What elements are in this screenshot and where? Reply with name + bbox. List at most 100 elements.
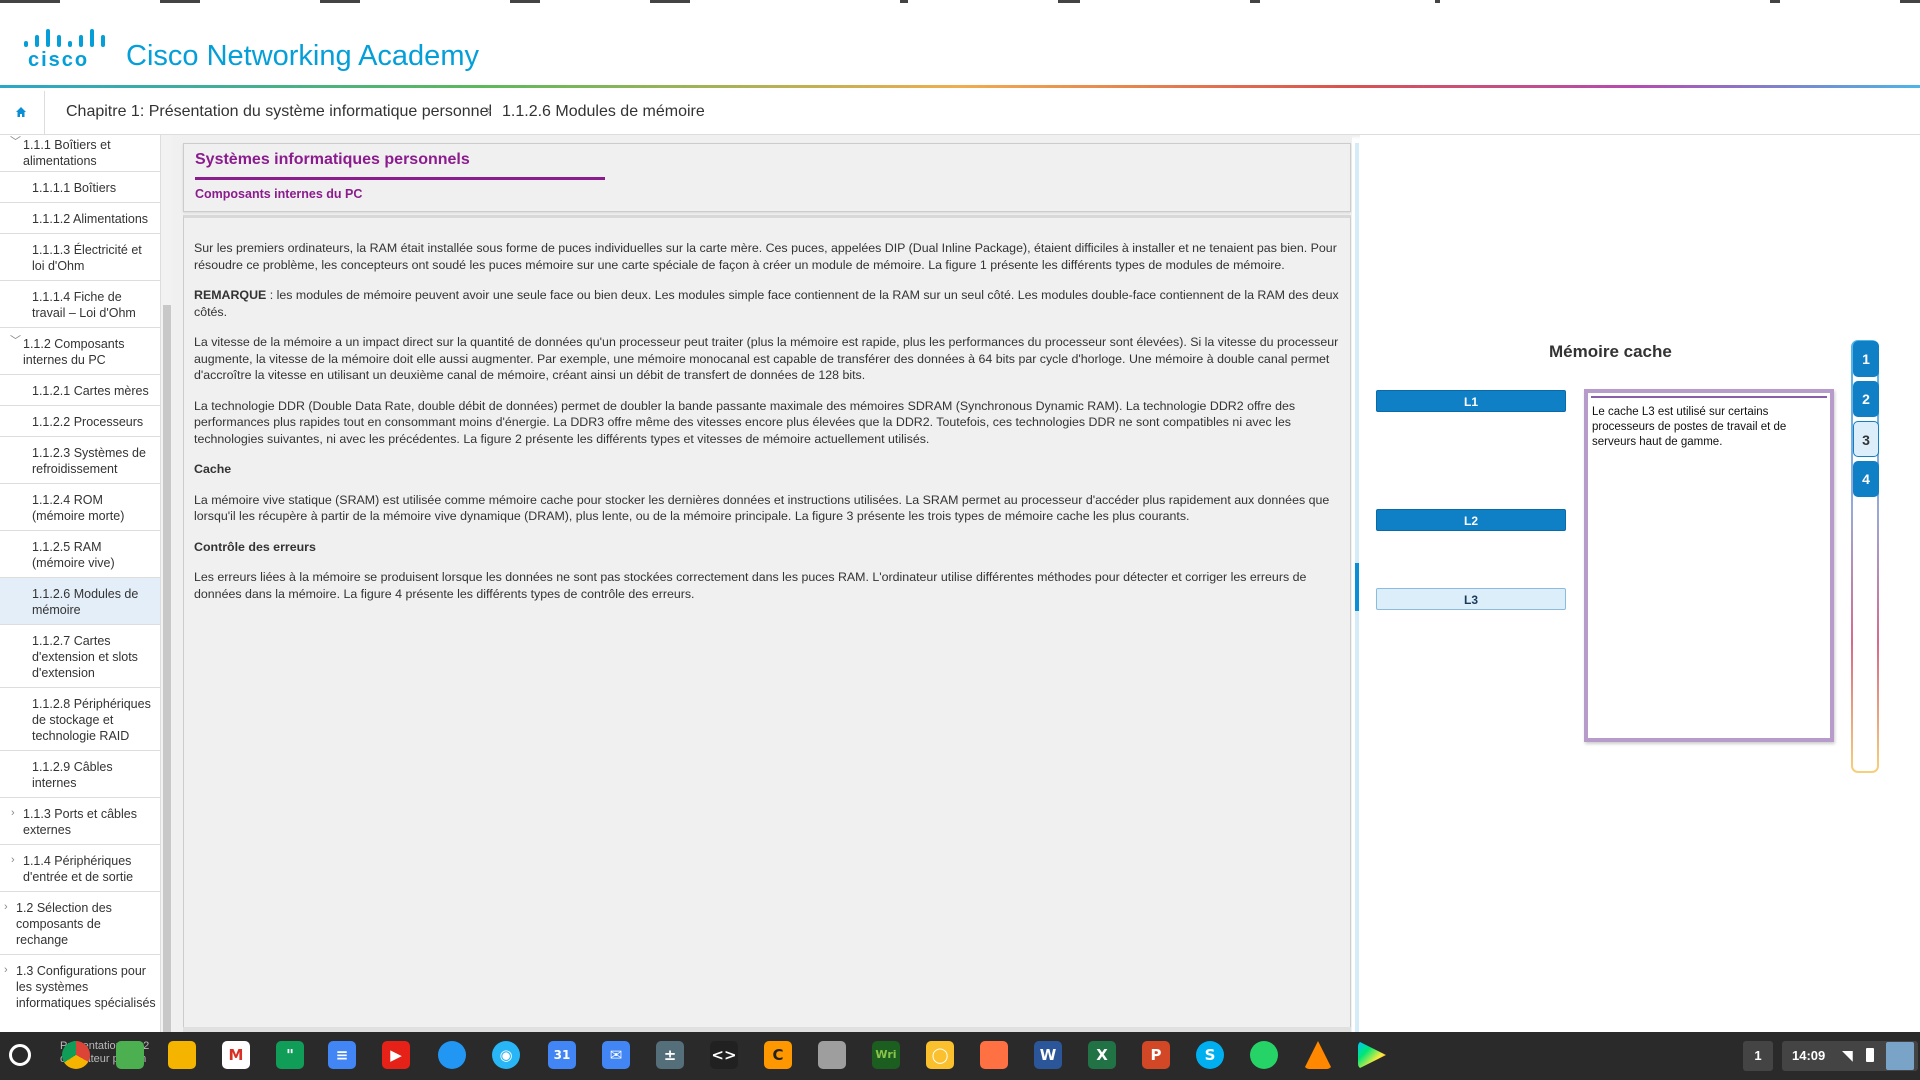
remarque-text: : les modules de mémoire peuvent avoir u…	[194, 288, 1339, 319]
sidebar-item-1-1-1-3[interactable]: 1.1.1.3 Électricité et loi d'Ohm	[0, 234, 160, 281]
app-header: cisco Cisco Networking Academy	[0, 3, 1920, 88]
info-box: Le cache L3 est utilisé sur certains pro…	[1584, 389, 1834, 742]
vlc-icon[interactable]	[1304, 1041, 1332, 1069]
figure-4-button[interactable]: 4	[1853, 461, 1879, 497]
chevron-right-icon: ›	[4, 964, 8, 976]
sidebar-item-label: 1.1.2.3 Systèmes de refroidissement	[32, 446, 146, 476]
sidebar-item-1-1-2-6[interactable]: 1.1.2.6 Modules de mémoire	[0, 578, 160, 625]
sidebar-item-label: 1.1.4 Périphériques d'entrée et de sorti…	[23, 854, 134, 884]
l3-button[interactable]: L3	[1376, 588, 1566, 610]
paragraph: Sur les premiers ordinateurs, la RAM éta…	[194, 241, 1337, 272]
inbox-icon[interactable]: ✉	[602, 1041, 630, 1069]
chevron-right-icon: ›	[11, 854, 15, 866]
sidebar-item-label: 1.1.2.9 Câbles internes	[32, 760, 113, 790]
paragraph: La mémoire vive statique (SRAM) est util…	[194, 492, 1330, 524]
sidebar-item-label: 1.2 Sélection des composants de rechange	[16, 901, 112, 947]
page-title: Systèmes informatiques personnels	[195, 151, 470, 168]
sidebar-item-1-2[interactable]: › 1.2 Sélection des composants de rechan…	[0, 892, 160, 955]
files-icon[interactable]	[438, 1041, 466, 1069]
writer-icon[interactable]: Wri	[872, 1041, 900, 1069]
l2-button[interactable]: L2	[1376, 509, 1566, 531]
divider-handle[interactable]	[1355, 563, 1359, 611]
gmail-icon[interactable]: M	[222, 1041, 250, 1069]
maps-icon[interactable]	[116, 1041, 144, 1069]
sidebar-item-label: 1.1.2.2 Processeurs	[32, 415, 144, 429]
chevron-right-icon: ›	[4, 901, 8, 913]
sidebar-item-label: 1.1.2.5 RAM (mémoire vive)	[32, 540, 115, 570]
figure-1-button[interactable]: 1	[1853, 341, 1879, 377]
paragraph-remarque: REMARQUE : les modules de mémoire peuven…	[194, 287, 1340, 320]
c-app-icon[interactable]: C	[764, 1041, 792, 1069]
chrome-icon[interactable]	[62, 1041, 90, 1069]
sidebar-item-1-1-2-9[interactable]: 1.1.2.9 Câbles internes	[0, 751, 160, 798]
sidebar-item-1-1-1-2[interactable]: 1.1.1.2 Alimentations	[0, 203, 160, 234]
terminal-icon[interactable]: <>	[710, 1041, 738, 1069]
sidebar-scrollbar-thumb[interactable]	[163, 305, 171, 1032]
figure-2-button[interactable]: 2	[1853, 381, 1879, 417]
sidebar-item-1-1-1[interactable]: ﹀ 1.1.1 Boîtiers et alimentations	[0, 135, 160, 172]
panel-divider[interactable]	[1355, 143, 1359, 1032]
brand-title-text: Cisco Networking Academy	[126, 40, 479, 72]
rainbow-divider	[0, 85, 1920, 88]
system-tray[interactable]: 14:09 ◥	[1782, 1041, 1918, 1071]
launcher-icon[interactable]	[9, 1044, 31, 1066]
wifi-icon: ◥	[1842, 1047, 1853, 1063]
sidebar-item-1-1-2-8[interactable]: 1.1.2.8 Périphériques de stockage et tec…	[0, 688, 160, 751]
paragraph: Les erreurs liées à la mémoire se produi…	[194, 570, 1307, 601]
drive-icon[interactable]	[168, 1041, 196, 1069]
calendar-icon[interactable]: 31	[548, 1041, 576, 1069]
figure-3-button[interactable]: 3	[1853, 421, 1879, 457]
sidebar-item-label: 1.1.1.3 Électricité et loi d'Ohm	[32, 243, 142, 273]
sidebar-item-1-1-1-1[interactable]: 1.1.1.1 Boîtiers	[0, 172, 160, 203]
chrome-app-icon[interactable]	[818, 1041, 846, 1069]
word-icon[interactable]: W	[1034, 1041, 1062, 1069]
keep-icon[interactable]: ◯	[926, 1041, 954, 1069]
sidebar-item-1-1-2[interactable]: ﹀ 1.1.2 Composants internes du PC	[0, 328, 160, 375]
sidebar-item-1-1-2-4[interactable]: 1.1.2.4 ROM (mémoire morte)	[0, 484, 160, 531]
calculator-icon[interactable]: ±	[656, 1041, 684, 1069]
sidebar-item-1-1-4[interactable]: › 1.1.4 Périphériques d'entrée et de sor…	[0, 845, 160, 892]
battery-icon	[1866, 1048, 1874, 1062]
window-count-badge[interactable]: 1	[1743, 1041, 1773, 1071]
hangouts-icon[interactable]: "	[276, 1041, 304, 1069]
sidebar-item-1-1-1-4[interactable]: 1.1.1.4 Fiche de travail – Loi d'Ohm	[0, 281, 160, 328]
clock: 14:09	[1792, 1048, 1826, 1063]
taskbar: Présentation 1.1.2 ordinateur person M " …	[0, 1032, 1920, 1080]
sidebar-item-1-3[interactable]: › 1.3 Configurations pour les systèmes i…	[0, 955, 160, 1032]
home-button[interactable]	[0, 91, 45, 134]
l1-button[interactable]: L1	[1376, 390, 1566, 412]
sidebar-item-1-1-2-2[interactable]: 1.1.2.2 Processeurs	[0, 406, 160, 437]
youtube-icon[interactable]: ▶	[382, 1041, 410, 1069]
skype-icon[interactable]: S	[1196, 1041, 1224, 1069]
paragraph: La vitesse de la mémoire a un impact dir…	[194, 335, 1339, 382]
brand-title: Cisco Networking Academy	[126, 40, 479, 73]
sidebar-item-label: 1.1.2 Composants internes du PC	[23, 337, 125, 367]
excel-icon[interactable]: X	[1088, 1041, 1116, 1069]
cisco-wordmark: cisco	[28, 49, 90, 71]
sidebar-item-label: 1.1.2.1 Cartes mères	[32, 384, 149, 398]
page-subtitle: Composants internes du PC	[195, 187, 363, 201]
camera-icon[interactable]: ◉	[492, 1041, 520, 1069]
play-store-icon[interactable]	[1358, 1041, 1386, 1069]
sidebar-item-label: 1.1.2.4 ROM (mémoire morte)	[32, 493, 125, 523]
sidebar-item-1-1-2-3[interactable]: 1.1.2.3 Systèmes de refroidissement	[0, 437, 160, 484]
powerpoint-icon[interactable]: P	[1142, 1041, 1170, 1069]
sidebar-item-1-1-2-1[interactable]: 1.1.2.1 Cartes mères	[0, 375, 160, 406]
breadcrumb-chapter[interactable]: Chapitre 1: Présentation du système info…	[66, 103, 492, 121]
sidebar-item-label: 1.1.2.7 Cartes d'extension et slots d'ex…	[32, 634, 138, 680]
sidebar-item-label: 1.1.3 Ports et câbles externes	[23, 807, 137, 837]
sidebar-item-1-1-2-7[interactable]: 1.1.2.7 Cartes d'extension et slots d'ex…	[0, 625, 160, 688]
whatsapp-icon[interactable]	[1250, 1041, 1278, 1069]
sidebar-item-1-1-3[interactable]: › 1.1.3 Ports et câbles externes	[0, 798, 160, 845]
info-box-topline	[1591, 396, 1827, 398]
breadcrumb: Chapitre 1: Présentation du système info…	[0, 91, 1920, 135]
cisco-logo[interactable]: cisco	[24, 25, 106, 71]
chevron-down-icon: ﹀	[10, 136, 21, 148]
docs-icon[interactable]: ≡	[328, 1041, 356, 1069]
sidebar-item-1-1-2-5[interactable]: 1.1.2.5 RAM (mémoire vive)	[0, 531, 160, 578]
heading-cache: Cache	[194, 462, 232, 476]
slides-icon[interactable]	[980, 1041, 1008, 1069]
sidebar-item-label: 1.3 Configurations pour les systèmes inf…	[16, 964, 156, 1010]
breadcrumb-separator: ›	[486, 102, 492, 119]
sidebar-item-label: 1.1.1.2 Alimentations	[32, 212, 149, 226]
